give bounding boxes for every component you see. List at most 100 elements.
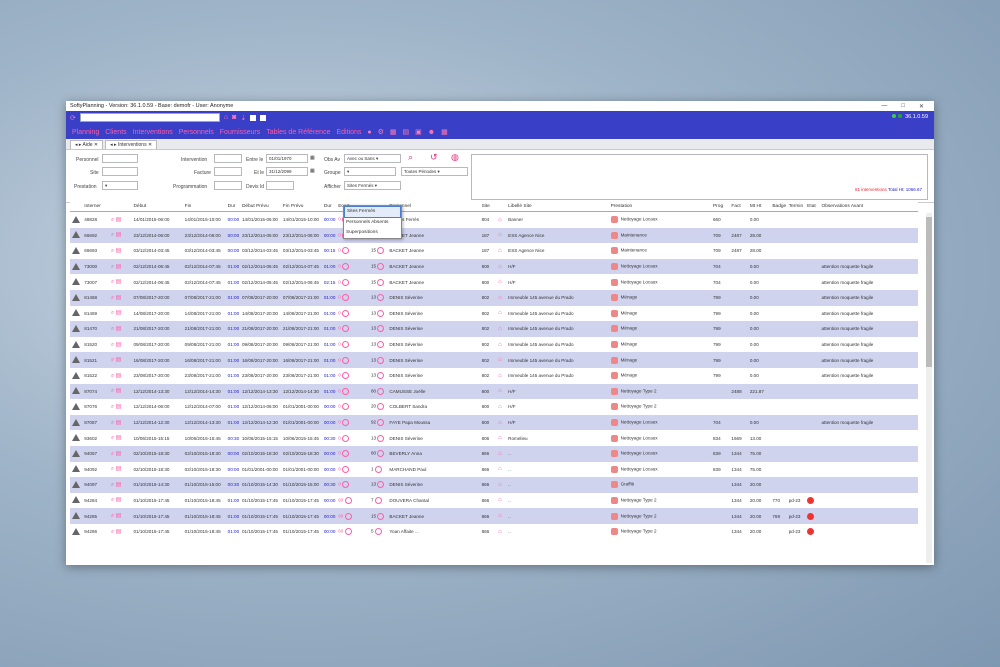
table-row[interactable]: 94067 ⌕ ▤ 02/10/2015-18:30 02/10/2015-18:30…	[70, 445, 918, 462]
grid-icon-2[interactable]: ▦	[441, 128, 448, 136]
column-header[interactable]	[495, 202, 507, 212]
column-header[interactable]: Libellé Site	[506, 202, 609, 212]
groupe-select[interactable]: ▾	[344, 167, 396, 176]
print-icon[interactable]: ▤	[116, 357, 122, 363]
column-header[interactable]: Termin	[786, 202, 806, 212]
menu-personnels[interactable]: Personnels	[179, 129, 214, 136]
table-row[interactable]: 94097 ⌕ ▤ 01/10/2015-14:30 01/10/2015-15:00…	[70, 477, 918, 493]
table-row[interactable]: 87087 ⌕ ▤ 12/12/2014-12:30 12/12/2014-13:30…	[70, 414, 918, 431]
column-header[interactable]: Fin Prévu	[280, 202, 322, 212]
dropdown-option[interactable]: Personnels Absents	[344, 218, 401, 228]
search-icon[interactable]: ⌕	[111, 435, 114, 441]
table-row[interactable]: 87076 ⌕ ▤ 12/12/2014-06:00 12/12/2014-07:00…	[70, 399, 918, 415]
search-icon[interactable]: ⌕	[111, 373, 114, 379]
maximize-icon[interactable]: □	[901, 103, 905, 110]
table-row[interactable]: 93602 ⌕ ▤ 10/06/2015-15:15 10/06/2015-15:45…	[70, 430, 918, 446]
search-icon[interactable]: ⌕	[111, 388, 114, 394]
column-header[interactable]: Site	[479, 202, 496, 212]
users-icon[interactable]: ☻	[428, 129, 435, 136]
search-icon[interactable]: ⌕	[111, 451, 114, 457]
calendar-icon-2[interactable]: ▦	[310, 168, 315, 174]
scrollbar-thumb[interactable]	[926, 217, 932, 367]
print-icon[interactable]: ▤	[116, 217, 122, 223]
print-icon[interactable]: ▤	[116, 279, 122, 285]
search-icon[interactable]: ⌕	[111, 420, 114, 426]
table-row[interactable]: 81470 ⌕ ▤ 21/08/2017-20:00 21/08/2017-21:00…	[70, 321, 918, 337]
programmation-input[interactable]	[214, 181, 242, 190]
menu-tables-reference[interactable]: Tables de Référence	[266, 129, 330, 136]
menu-editions[interactable]: Editions	[336, 129, 361, 136]
date-from-input[interactable]: 01/01/1970	[266, 154, 308, 163]
print-icon[interactable]: ▤	[116, 326, 122, 332]
table-row[interactable]: 48828 ⌕ ▤ 14/01/2015-06:00 14/01/2015-10:00…	[70, 212, 918, 228]
table-row[interactable]: 94286 ⌕ ▤ 01/10/2015-17:45 01/10/2015-18:45…	[70, 524, 918, 540]
table-row[interactable]: 94092 ⌕ ▤ 02/10/2015-18:30 02/10/2015-18:30…	[70, 462, 918, 478]
print-icon[interactable]: ▤	[116, 513, 122, 519]
archive-icon[interactable]: ▣	[415, 128, 422, 136]
column-header[interactable]: Observations Avant	[819, 202, 918, 212]
table-row[interactable]: 81522 ⌕ ▤ 23/08/2017-20:00 23/08/2017-21:00…	[70, 368, 918, 384]
print-icon[interactable]: ▤	[403, 128, 410, 136]
print-icon[interactable]: ▤	[116, 435, 122, 441]
print-icon[interactable]: ▤	[116, 388, 122, 394]
search-icon[interactable]: ⌕	[111, 342, 114, 348]
print-icon[interactable]: ▤	[116, 497, 122, 503]
search-icon[interactable]: ⌕	[111, 264, 114, 270]
search-icon[interactable]: ⌕	[111, 310, 114, 316]
calendar-icon[interactable]: ▦	[310, 155, 315, 161]
table-row[interactable]: 81521 ⌕ ▤ 16/08/2017-20:00 16/08/2017-21:00…	[70, 352, 918, 368]
print-icon[interactable]: ▤	[116, 342, 122, 348]
window-square-icon-2[interactable]	[260, 114, 267, 121]
menu-interventions[interactable]: Interventions	[133, 129, 173, 136]
help-icon[interactable]: ●	[367, 129, 371, 136]
column-header[interactable]	[108, 202, 132, 212]
scrollbar[interactable]	[926, 213, 932, 563]
close-icon[interactable]: ✕	[919, 103, 924, 110]
search-icon[interactable]: ⌕	[111, 529, 114, 535]
table-row[interactable]: 66693 ⌕ ▤ 03/12/2014-03:45 03/12/2014-03:45…	[70, 243, 918, 259]
column-header[interactable]	[70, 202, 83, 212]
devis-id-input[interactable]	[266, 181, 294, 190]
print-icon[interactable]: ▤	[116, 264, 122, 270]
print-icon[interactable]: ▤	[116, 482, 122, 488]
search-icon[interactable]: ⌕	[111, 466, 114, 472]
camera-icon[interactable]: ◙	[232, 114, 236, 121]
window-square-icon[interactable]	[250, 114, 257, 121]
column-header[interactable]: Début	[131, 202, 183, 212]
search-icon[interactable]: ⌕	[111, 497, 114, 503]
search-icon[interactable]: ⌕	[111, 513, 114, 519]
column-header[interactable]: Prog	[710, 202, 730, 212]
menu-clients[interactable]: Clients	[105, 129, 126, 136]
table-row[interactable]: 94285 ⌕ ▤ 01/10/2015-17:45 01/10/2015-18:45…	[70, 508, 918, 524]
table-row[interactable]: 73007 ⌕ ▤ 02/12/2014-06:45 02/12/2014-07:45…	[70, 274, 918, 290]
search-icon[interactable]: ⌕	[408, 152, 413, 163]
search-combo[interactable]	[79, 113, 220, 122]
search-icon[interactable]: ⌕	[111, 482, 114, 488]
home-icon[interactable]: ⌂	[224, 114, 228, 121]
table-row[interactable]: 81468 ⌕ ▤ 07/08/2017-20:00 07/08/2017-21:00…	[70, 289, 918, 306]
table-row[interactable]: 81520 ⌕ ▤ 09/08/2017-20:00 09/08/2017-21:00…	[70, 337, 918, 353]
menu-planning[interactable]: Planning	[72, 129, 99, 136]
table-row[interactable]: 87074 ⌕ ▤ 12/12/2014-13:30 12/12/2014-14:30…	[70, 383, 918, 400]
afficher-select[interactable]: Sites Fermés ▾	[344, 181, 401, 190]
tab-interventions[interactable]: ◂ ▸ Interventions ✕	[105, 140, 158, 149]
column-header[interactable]: Etat	[805, 202, 820, 212]
print-icon[interactable]: ▤	[116, 248, 122, 254]
personnel-input[interactable]	[102, 154, 138, 163]
column-header[interactable]: Début Prévu	[239, 202, 281, 212]
intervention-input[interactable]	[214, 154, 242, 163]
table-row[interactable]: 94284 ⌕ ▤ 01/10/2015-17:45 01/10/2015-18:45…	[70, 493, 918, 509]
search-icon[interactable]: ⌕	[111, 248, 114, 254]
observations-box[interactable]	[471, 154, 928, 200]
settings-icon[interactable]: ⚙	[378, 128, 384, 136]
menu-fournisseurs[interactable]: Fournisseurs	[220, 129, 260, 136]
tab-aide[interactable]: ◂ ▸ Aide ✕	[70, 140, 104, 149]
facture-input[interactable]	[214, 167, 242, 176]
print-icon[interactable]: ▤	[116, 529, 122, 535]
search-icon[interactable]: ⌕	[111, 232, 114, 238]
dropdown-option[interactable]: Superpositions	[344, 228, 401, 238]
print-icon[interactable]: ▤	[116, 404, 122, 410]
grid-icon[interactable]: ▦	[390, 128, 397, 136]
reset-icon[interactable]: ↺	[430, 152, 438, 163]
table-row[interactable]: 66692 ⌕ ▤ 23/12/2014-06:00 23/12/2014-06:00…	[70, 227, 918, 244]
